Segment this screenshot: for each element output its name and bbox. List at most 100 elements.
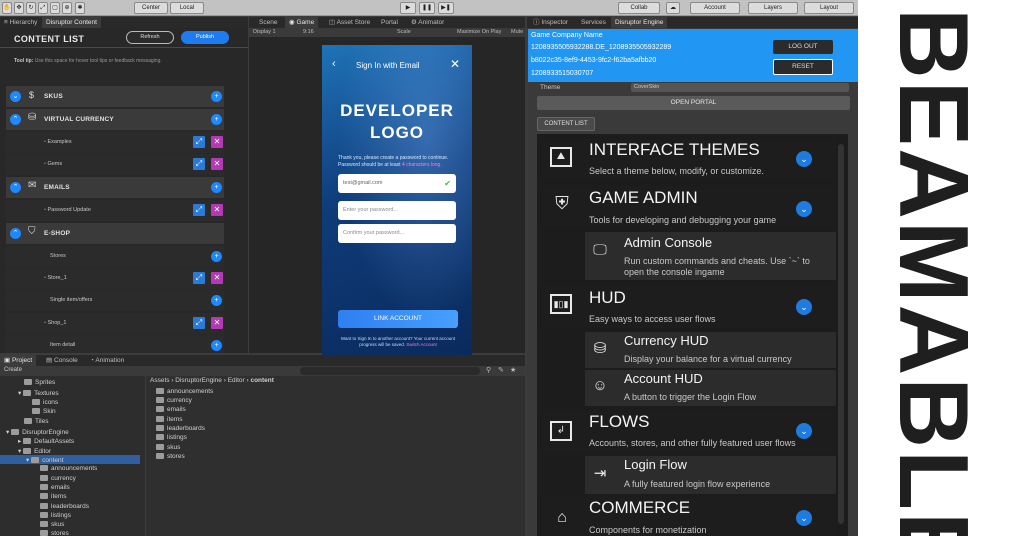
- tab-disruptor-engine[interactable]: Disruptor Engine: [611, 17, 668, 28]
- feature-currency-hud[interactable]: ⛁ Currency HUD Display your balance for …: [585, 332, 836, 368]
- add-icon[interactable]: +: [211, 91, 222, 102]
- filter-icon[interactable]: ⚲: [486, 366, 491, 374]
- switch-account-link[interactable]: Switch Account: [406, 342, 437, 347]
- scrollbar[interactable]: [838, 144, 844, 524]
- step-button[interactable]: ▶❚: [438, 2, 454, 14]
- list-item-password-update[interactable]: • Password Update ⤢ ✕: [6, 200, 224, 221]
- create-dropdown[interactable]: Create: [4, 367, 22, 373]
- edit-icon[interactable]: ⤢: [193, 204, 205, 216]
- edit-icon[interactable]: ⤢: [193, 272, 205, 284]
- tab-services[interactable]: Services: [577, 17, 610, 28]
- refresh-button[interactable]: Refresh: [126, 31, 174, 44]
- breadcrumb-disruptorengine[interactable]: DisruptorEngine: [175, 377, 222, 384]
- chevron-down-icon[interactable]: ⌄: [796, 299, 812, 315]
- file-announcements[interactable]: announcements: [156, 388, 213, 395]
- collab-dropdown[interactable]: Collab: [618, 2, 660, 14]
- tree-defaultassets[interactable]: ▸ DefaultAssets: [18, 437, 74, 445]
- back-arrow-icon[interactable]: ‹: [332, 58, 336, 70]
- tree-stores[interactable]: stores: [40, 530, 69, 536]
- breadcrumb-content[interactable]: content: [250, 377, 273, 384]
- chevron-down-icon[interactable]: ⌄: [10, 91, 21, 102]
- tree-items[interactable]: items: [40, 493, 67, 500]
- rotate-tool-icon[interactable]: ↻: [26, 2, 36, 14]
- delete-icon[interactable]: ✕: [211, 317, 223, 329]
- delete-icon[interactable]: ✕: [211, 136, 223, 148]
- password-field[interactable]: Enter your password...: [338, 201, 456, 220]
- label-icon[interactable]: ✎: [498, 366, 504, 374]
- tab-asset-store[interactable]: ◫ Asset Store: [325, 17, 374, 28]
- list-item-shop-1[interactable]: • Shop_1 ⤢ ✕: [6, 313, 224, 334]
- add-icon[interactable]: +: [211, 340, 222, 351]
- close-icon[interactable]: ✕: [450, 57, 460, 71]
- delete-icon[interactable]: ✕: [211, 158, 223, 170]
- tree-tiles[interactable]: Tiles: [24, 418, 48, 425]
- list-item-stores[interactable]: Stores +: [6, 246, 224, 267]
- list-item-eshop[interactable]: ⌃ ⛉ E-SHOP: [6, 223, 224, 244]
- open-portal-button[interactable]: OPEN PORTAL: [537, 96, 850, 110]
- tab-animation[interactable]: ◔ Animation: [86, 355, 128, 366]
- tree-icons[interactable]: icons: [32, 399, 58, 406]
- list-item-virtual-currency[interactable]: ⌃ ⛁ VIRTUAL CURRENCY +: [6, 109, 224, 130]
- section-flows[interactable]: ↲ FLOWS Accounts, stores, and other full…: [541, 410, 836, 454]
- content-list-button[interactable]: CONTENT LIST: [537, 117, 595, 131]
- tab-animator[interactable]: ⚙ Animator: [407, 17, 448, 28]
- tree-editor[interactable]: ▾ Editor: [18, 447, 51, 455]
- tree-textures[interactable]: ▾ Textures: [18, 389, 59, 397]
- list-item-emails[interactable]: ⌃ ✉ EMAILS +: [6, 177, 224, 198]
- edit-icon[interactable]: ⤢: [193, 136, 205, 148]
- pause-button[interactable]: ❚❚: [419, 2, 435, 14]
- delete-icon[interactable]: ✕: [211, 272, 223, 284]
- edit-icon[interactable]: ⤢: [193, 317, 205, 329]
- chevron-down-icon[interactable]: ⌄: [796, 151, 812, 167]
- rect-tool-icon[interactable]: ▢: [50, 2, 60, 14]
- mute-toggle[interactable]: Mute: [511, 29, 523, 35]
- tree-emails[interactable]: emails: [40, 484, 70, 491]
- chevron-down-icon[interactable]: ⌄: [796, 423, 812, 439]
- tree-leaderboards[interactable]: leaderboards: [40, 503, 89, 510]
- hand-tool-icon[interactable]: ✋: [2, 2, 12, 14]
- star-icon[interactable]: ★: [510, 366, 516, 374]
- chevron-up-icon[interactable]: ⌃: [10, 114, 21, 125]
- file-skus[interactable]: skus: [156, 444, 180, 451]
- feature-account-hud[interactable]: ☺ Account HUD A button to trigger the Lo…: [585, 370, 836, 406]
- file-stores[interactable]: stores: [156, 453, 185, 460]
- tree-listings[interactable]: listings: [40, 512, 71, 519]
- section-interface-themes[interactable]: ⛰ INTERFACE THEMES Select a theme below,…: [541, 139, 836, 181]
- section-game-admin[interactable]: ⛨ GAME ADMIN Tools for developing and de…: [541, 186, 836, 228]
- cloud-icon[interactable]: ☁: [666, 2, 680, 14]
- tree-announcements[interactable]: announcements: [40, 465, 97, 472]
- edit-icon[interactable]: ⤢: [193, 158, 205, 170]
- file-listings[interactable]: listings: [156, 434, 187, 441]
- tab-hierarchy[interactable]: ≡ Hierarchy: [0, 17, 41, 28]
- chevron-down-icon[interactable]: ⌄: [796, 510, 812, 526]
- file-currency[interactable]: currency: [156, 397, 192, 404]
- breadcrumb-editor[interactable]: Editor: [228, 377, 245, 384]
- transform-tool-icon[interactable]: ⊕: [62, 2, 72, 14]
- tab-console[interactable]: ▤ Console: [42, 355, 82, 366]
- tab-project[interactable]: ▣ Project: [0, 355, 37, 366]
- scale-tool-icon[interactable]: ⤢: [38, 2, 48, 14]
- logout-button[interactable]: LOG OUT: [773, 40, 833, 54]
- confirm-password-field[interactable]: Confirm your password...: [338, 224, 456, 243]
- chevron-down-icon[interactable]: ⌄: [796, 201, 812, 217]
- tree-skin[interactable]: Skin: [32, 408, 56, 415]
- layout-dropdown[interactable]: Layout: [804, 2, 854, 14]
- custom-tool-icon[interactable]: ✱: [75, 2, 85, 14]
- aspect-select[interactable]: 9:16: [303, 29, 314, 35]
- tab-inspector[interactable]: ⓘ Inspector: [529, 17, 572, 28]
- list-item-item-detail[interactable]: Item detail +: [6, 335, 224, 353]
- email-field[interactable]: test@gmail.com ✔: [338, 174, 456, 193]
- add-icon[interactable]: +: [211, 295, 222, 306]
- tree-currency[interactable]: currency: [40, 475, 76, 482]
- tab-portal[interactable]: Portal: [377, 17, 402, 28]
- scale-slider-label[interactable]: Scale: [397, 29, 411, 35]
- add-icon[interactable]: +: [211, 114, 222, 125]
- maximize-toggle[interactable]: Maximize On Play: [457, 29, 501, 35]
- tree-skus[interactable]: skus: [40, 521, 64, 528]
- reset-button[interactable]: RESET: [773, 59, 833, 75]
- file-emails[interactable]: emails: [156, 406, 186, 413]
- section-hud[interactable]: ▮▯▮ HUD Easy ways to access user flows ⌄: [541, 284, 836, 328]
- tab-game[interactable]: ◉ Game: [285, 17, 319, 28]
- play-button[interactable]: ▶: [400, 2, 416, 14]
- section-commerce[interactable]: ⌂ COMMERCE Components for monetization ⌄: [541, 497, 836, 536]
